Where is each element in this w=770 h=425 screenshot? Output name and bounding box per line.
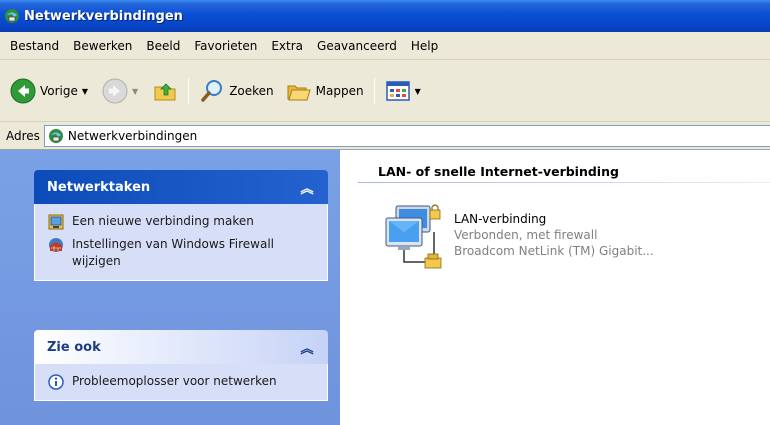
toolbar-separator <box>373 78 375 104</box>
see-also-title: Zie ook <box>47 339 101 355</box>
menu-bar: Bestand Bewerken Beeld Favorieten Extra … <box>0 32 770 60</box>
task-pane: Netwerktaken ︽ Een nieuwe verbinding mak… <box>0 150 340 425</box>
folders-icon <box>287 85 311 101</box>
toolbar: Vorige ▼ ▼ Zoeken Mappen ▼ <box>0 60 770 122</box>
network-tasks-header[interactable]: Netwerktaken ︽ <box>34 170 328 204</box>
task-firewall-settings[interactable]: Instellingen van Windows Firewall wijzig… <box>48 236 317 270</box>
connection-name: LAN-verbinding <box>454 212 547 226</box>
task-label: Probleemoplosser voor netwerken <box>72 374 277 388</box>
up-button[interactable] <box>148 74 182 108</box>
menu-edit[interactable]: Bewerken <box>66 32 139 60</box>
search-button[interactable]: Zoeken <box>195 74 277 108</box>
see-also-header[interactable]: Zie ook ︽ <box>34 330 328 364</box>
address-input[interactable]: Netwerkverbindingen <box>43 124 770 147</box>
back-button[interactable]: Vorige ▼ <box>6 74 92 108</box>
forward-dropdown-icon[interactable]: ▼ <box>132 87 138 96</box>
network-connections-icon <box>5 9 19 23</box>
group-divider <box>358 182 770 183</box>
menu-view[interactable]: Beeld <box>139 32 187 60</box>
views-icon <box>385 81 410 101</box>
info-icon <box>48 374 64 390</box>
network-tasks-panel: Netwerktaken ︽ Een nieuwe verbinding mak… <box>34 170 328 281</box>
menu-help[interactable]: Help <box>404 32 445 60</box>
main-content: LAN- of snelle Internet-verbinding LAN-v… <box>340 150 770 425</box>
group-header: LAN- of snelle Internet-verbinding <box>378 164 619 179</box>
new-connection-icon <box>48 214 64 230</box>
views-dropdown-icon[interactable]: ▼ <box>415 87 421 96</box>
menu-tools[interactable]: Extra <box>264 32 310 60</box>
firewall-icon <box>49 238 63 252</box>
forward-button[interactable]: ▼ <box>98 74 142 108</box>
see-also-body: Probleemoplosser voor netwerken <box>34 364 328 401</box>
collapse-icon[interactable]: ︽ <box>298 338 316 357</box>
network-tasks-body: Een nieuwe verbinding maken Instellingen… <box>34 204 328 281</box>
forward-arrow-icon <box>102 78 128 104</box>
lan-connection-item[interactable]: LAN-verbinding Verbonden, met firewall B… <box>382 202 654 274</box>
window-title: Netwerkverbindingen <box>24 8 183 24</box>
connection-details: LAN-verbinding Verbonden, met firewall B… <box>454 202 654 274</box>
task-new-connection[interactable]: Een nieuwe verbinding maken <box>48 213 317 230</box>
search-label: Zoeken <box>229 84 274 98</box>
address-value: Netwerkverbindingen <box>67 128 198 143</box>
collapse-icon[interactable]: ︽ <box>298 178 316 197</box>
connection-status: Verbonden, met firewall <box>454 228 598 242</box>
folders-button[interactable]: Mappen <box>282 74 368 108</box>
network-connections-icon <box>48 128 63 143</box>
back-label: Vorige <box>40 84 78 98</box>
network-tasks-title: Netwerktaken <box>47 179 151 195</box>
see-also-panel: Zie ook ︽ Probleemoplosser voor netwerke… <box>34 330 328 401</box>
menu-advanced[interactable]: Geavanceerd <box>310 32 404 60</box>
address-label: Adres <box>6 128 40 143</box>
search-icon <box>201 80 223 102</box>
folders-label: Mappen <box>315 84 364 98</box>
title-bar: Netwerkverbindingen <box>0 0 770 32</box>
toolbar-separator <box>188 78 190 104</box>
lan-connection-icon <box>385 204 442 269</box>
task-network-troubleshooter[interactable]: Probleemoplosser voor netwerken <box>48 373 317 390</box>
back-arrow-icon <box>10 78 36 104</box>
connection-device: Broadcom NetLink (TM) Gigabit... <box>454 244 654 258</box>
address-bar: Adres Netwerkverbindingen <box>0 122 770 150</box>
task-label: Instellingen van Windows Firewall wijzig… <box>72 237 275 268</box>
menu-file[interactable]: Bestand <box>3 32 66 60</box>
folder-up-icon <box>154 83 176 101</box>
views-button[interactable]: ▼ <box>381 74 425 108</box>
back-dropdown-icon[interactable]: ▼ <box>82 87 88 96</box>
task-label: Een nieuwe verbinding maken <box>72 214 254 228</box>
menu-favorites[interactable]: Favorieten <box>187 32 264 60</box>
